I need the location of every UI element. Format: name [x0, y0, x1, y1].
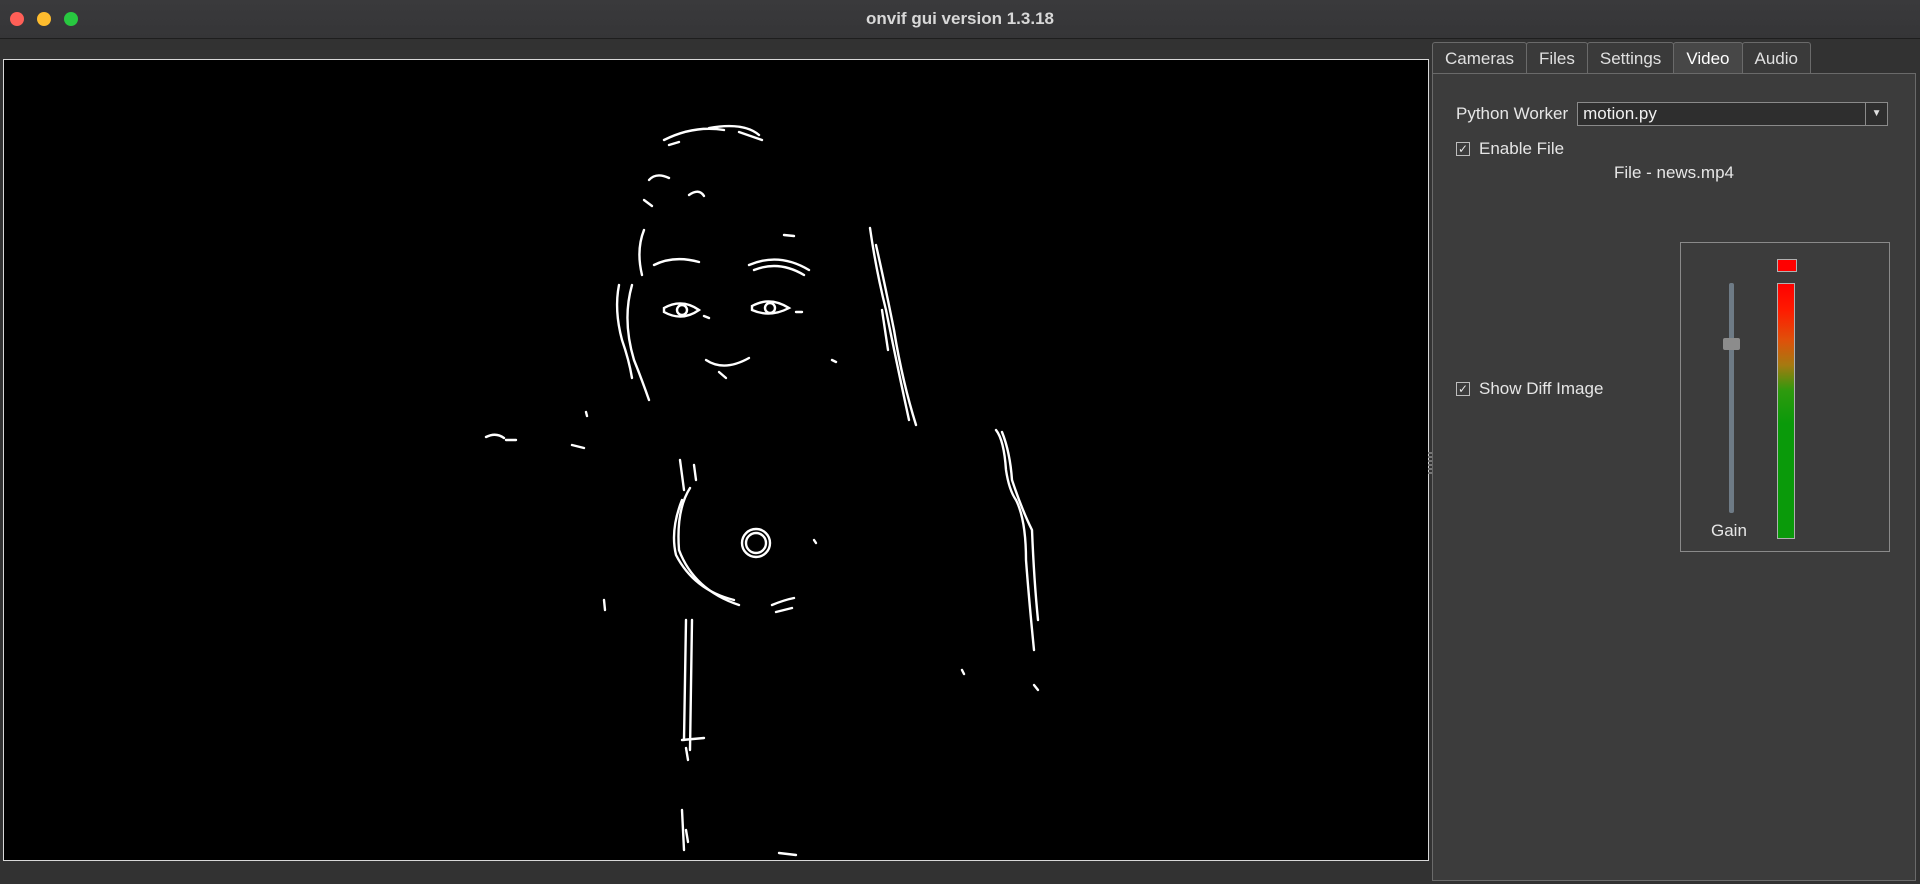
- enable-file-label: Enable File: [1479, 139, 1565, 158]
- app-window: onvif gui version 1.3.18 Cameras Files S…: [0, 0, 1920, 884]
- clip-indicator: [1777, 259, 1797, 272]
- level-meter: [1777, 283, 1795, 539]
- video-tab-panel: Python Worker motion.py ▼ ✓ Enable File …: [1432, 73, 1916, 881]
- python-worker-select[interactable]: motion.py ▼: [1577, 102, 1889, 126]
- gain-slider-handle[interactable]: [1723, 338, 1740, 350]
- enable-file-row[interactable]: ✓ Enable File: [1456, 139, 1564, 159]
- side-panel: Cameras Files Settings Video Audio Pytho…: [1432, 42, 1916, 881]
- show-diff-row[interactable]: ✓ Show Diff Image: [1456, 379, 1603, 399]
- video-display[interactable]: [3, 59, 1429, 861]
- chevron-down-icon[interactable]: ▼: [1865, 103, 1887, 125]
- gain-slider-track[interactable]: [1729, 283, 1734, 513]
- gain-label: Gain: [1711, 521, 1747, 540]
- file-name-label: File - news.mp4: [1614, 163, 1734, 182]
- tab-cameras[interactable]: Cameras: [1432, 42, 1527, 74]
- python-worker-value: motion.py: [1583, 104, 1657, 123]
- python-worker-row: Python Worker motion.py ▼: [1456, 102, 1889, 126]
- tab-settings[interactable]: Settings: [1586, 42, 1675, 74]
- tab-video[interactable]: Video: [1673, 42, 1743, 74]
- tab-files[interactable]: Files: [1525, 42, 1588, 74]
- show-diff-checkbox[interactable]: ✓: [1456, 382, 1470, 396]
- title-bar: onvif gui version 1.3.18: [0, 0, 1920, 39]
- show-diff-label: Show Diff Image: [1479, 379, 1604, 398]
- tab-audio[interactable]: Audio: [1741, 42, 1811, 74]
- enable-file-checkbox[interactable]: ✓: [1456, 142, 1470, 156]
- tab-bar: Cameras Files Settings Video Audio: [1432, 42, 1811, 74]
- python-worker-label: Python Worker: [1456, 104, 1569, 123]
- diff-image: [484, 124, 1040, 857]
- gain-meter-box: Gain: [1680, 242, 1890, 552]
- window-title: onvif gui version 1.3.18: [865, 9, 1054, 28]
